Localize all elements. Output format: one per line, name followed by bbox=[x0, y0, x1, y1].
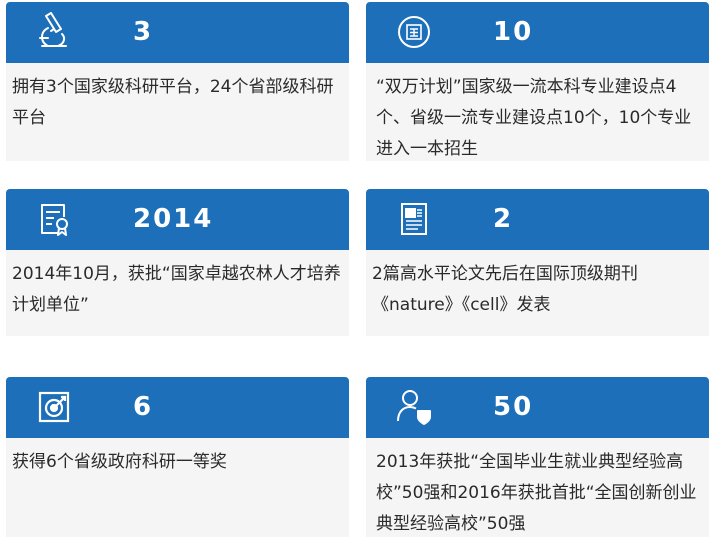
card-header: 2 bbox=[366, 189, 709, 250]
stat-description: 获得6个省级政府科研一等奖 bbox=[6, 438, 349, 537]
stat-card-research-awards: 6 获得6个省级政府科研一等奖 bbox=[6, 377, 349, 537]
stat-description: “双万计划”国家级一流本科专业建设点4个、省级一流专业建设点10个，10个专业进… bbox=[366, 63, 709, 161]
certificate-icon bbox=[34, 199, 74, 239]
stat-number: 10 bbox=[493, 17, 534, 47]
card-header: 10 bbox=[366, 2, 709, 63]
stat-card-first-class-majors: 10 “双万计划”国家级一流本科专业建设点4个、省级一流专业建设点10个，10个… bbox=[366, 2, 709, 161]
stat-card-research-platforms: 3 拥有3个国家级科研平台，24个省部级科研平台 bbox=[6, 2, 349, 161]
stat-description: 拥有3个国家级科研平台，24个省部级科研平台 bbox=[6, 63, 349, 161]
stat-number: 6 bbox=[133, 392, 154, 422]
microscope-icon bbox=[34, 12, 74, 52]
stat-number: 2014 bbox=[133, 204, 214, 234]
target-award-icon bbox=[34, 387, 74, 427]
stat-card-top-papers: 2 2篇高水平论文先后在国际顶级期刊《nature》《cell》发表 bbox=[366, 189, 709, 336]
stat-description: 2篇高水平论文先后在国际顶级期刊《nature》《cell》发表 bbox=[366, 250, 709, 336]
card-header: 3 bbox=[6, 2, 349, 63]
card-header: 2014 bbox=[6, 189, 349, 250]
national-seal-icon bbox=[394, 12, 434, 52]
stat-description: 2014年10月，获批“国家卓越农林人才培养计划单位” bbox=[6, 250, 349, 336]
stat-number: 2 bbox=[493, 204, 514, 234]
paper-document-icon bbox=[394, 199, 434, 239]
stat-card-talent-program: 2014 2014年10月，获批“国家卓越农林人才培养计划单位” bbox=[6, 189, 349, 336]
stat-card-employment-innovation: 50 2013年获批“全国毕业生就业典型经验高校”50强和2016年获批首批“全… bbox=[366, 377, 709, 537]
person-shield-icon bbox=[394, 387, 434, 427]
stat-number: 50 bbox=[493, 392, 534, 422]
stat-description: 2013年获批“全国毕业生就业典型经验高校”50强和2016年获批首批“全国创新… bbox=[366, 438, 709, 537]
card-header: 6 bbox=[6, 377, 349, 438]
stat-number: 3 bbox=[133, 17, 154, 47]
card-header: 50 bbox=[366, 377, 709, 438]
